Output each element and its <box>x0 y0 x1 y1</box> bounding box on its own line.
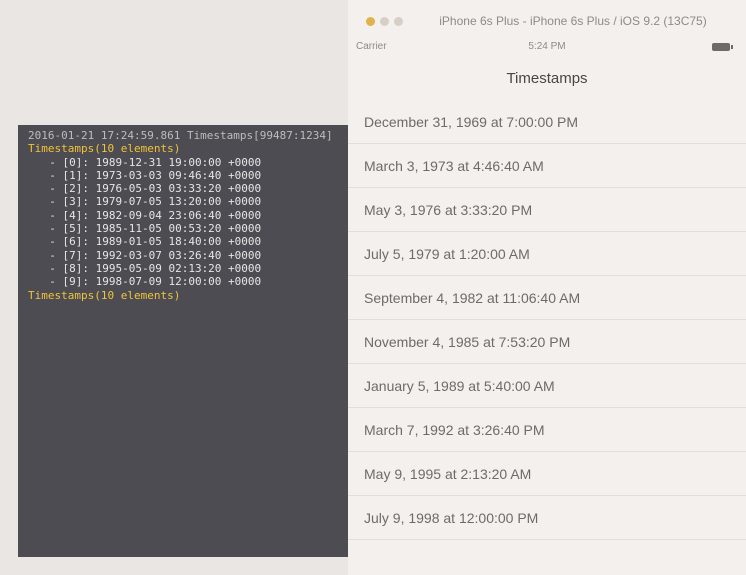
console-line: - [9]: 1998-07-09 12:00:00 +0000 <box>36 275 262 289</box>
minimize-icon[interactable] <box>380 16 389 26</box>
console-output: 2016-01-21 17:24:59.861 Timestamps[99487… <box>18 125 348 557</box>
status-bar: Carrier 5:24 PM <box>348 38 746 56</box>
console-line: - [8]: 1995-05-09 02:13:20 +0000 <box>36 261 262 275</box>
timestamp-row[interactable]: March 7, 1992 at 3:26:40 PM <box>348 408 746 452</box>
console-line: Timestamps(10 elements) <box>28 142 181 156</box>
status-time: 5:24 PM <box>528 41 566 52</box>
timestamp-row[interactable]: July 9, 1998 at 12:00:00 PM <box>348 496 746 540</box>
console-line: - [0]: 1989-12-31 19:00:00 +0000 <box>36 155 262 169</box>
timestamp-row[interactable]: March 3, 1973 at 4:46:40 AM <box>348 144 746 188</box>
simulator-title-bar: iPhone 6s Plus - iPhone 6s Plus / iOS 9.… <box>348 10 746 32</box>
navigation-bar: Timestamps <box>348 60 746 98</box>
timestamp-row[interactable]: May 9, 1995 at 2:13:20 AM <box>348 452 746 496</box>
timestamp-row[interactable]: January 5, 1989 at 5:40:00 AM <box>348 364 746 408</box>
console-line: - [4]: 1982-09-04 23:06:40 +0000 <box>36 208 262 222</box>
timestamp-list: December 31, 1969 at 7:00:00 PM March 3, … <box>348 100 746 540</box>
console-line: - [2]: 1976-05-03 03:33:20 +0000 <box>36 182 262 196</box>
console-line: - [6]: 1989-01-05 18:40:00 +0000 <box>36 235 262 249</box>
window-controls <box>366 16 403 26</box>
simulator-window-title: iPhone 6s Plus - iPhone 6s Plus / iOS 9.… <box>439 14 707 28</box>
console-line: - [5]: 1985-11-05 00:53:20 +0000 <box>36 222 262 236</box>
console-line: 2016-01-21 17:24:59.861 Timestamps[99487… <box>28 129 333 142</box>
console-line: - [3]: 1979-07-05 13:20:00 +0000 <box>36 195 262 209</box>
console-line: Timestamps(10 elements) <box>28 288 181 302</box>
simulator-window: iPhone 6s Plus - iPhone 6s Plus / iOS 9.… <box>348 0 746 575</box>
timestamp-row[interactable]: May 3, 1976 at 3:33:20 PM <box>348 188 746 232</box>
console-line: - [7]: 1992-03-07 03:26:40 +0000 <box>36 248 262 262</box>
battery-icon <box>712 43 733 51</box>
timestamp-row[interactable]: December 31, 1969 at 7:00:00 PM <box>348 100 746 144</box>
timestamp-row[interactable]: September 4, 1982 at 11:06:40 AM <box>348 276 746 320</box>
page-title: Timestamps <box>506 70 588 87</box>
close-icon[interactable] <box>366 16 375 26</box>
timestamp-row[interactable]: July 5, 1979 at 1:20:00 AM <box>348 232 746 276</box>
console-line: - [1]: 1973-03-03 09:46:40 +0000 <box>36 168 262 182</box>
zoom-icon[interactable] <box>394 16 403 26</box>
timestamp-row[interactable]: November 4, 1985 at 7:53:20 PM <box>348 320 746 364</box>
